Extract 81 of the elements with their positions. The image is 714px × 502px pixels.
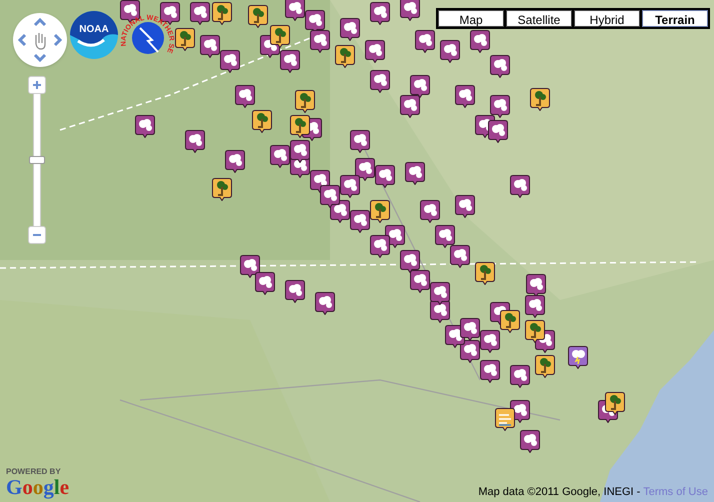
rain-cloud-marker[interactable]	[410, 270, 430, 293]
rain-cloud-marker[interactable]	[305, 10, 325, 33]
rain-cloud-marker[interactable]	[420, 200, 440, 223]
rain-cloud-marker[interactable]	[200, 35, 220, 58]
rain-cloud-marker[interactable]	[340, 175, 360, 198]
tree-marker[interactable]	[335, 45, 355, 68]
rain-cloud-marker[interactable]	[310, 30, 330, 53]
rain-cloud-marker[interactable]	[270, 145, 290, 168]
tree-marker[interactable]	[252, 110, 272, 133]
rain-cloud-marker[interactable]	[455, 85, 475, 108]
tree-marker[interactable]	[248, 5, 268, 28]
rain-cloud-marker[interactable]	[455, 195, 475, 218]
tree-marker[interactable]	[370, 200, 390, 223]
rain-cloud-marker[interactable]	[430, 282, 450, 305]
tree-marker[interactable]	[212, 2, 232, 25]
noaa-logo: NOAA	[70, 10, 118, 60]
map-type-tab[interactable]: Terrain	[642, 10, 708, 27]
rain-cloud-marker[interactable]	[410, 75, 430, 98]
tree-marker[interactable]	[212, 178, 232, 201]
rain-cloud-marker[interactable]	[520, 430, 540, 453]
rain-cloud-marker[interactable]	[400, 95, 420, 118]
tree-marker[interactable]	[270, 25, 290, 48]
plus-icon	[32, 80, 42, 90]
map-type-tab[interactable]: Hybrid	[574, 10, 640, 27]
tree-marker[interactable]	[290, 115, 310, 138]
rain-cloud-marker[interactable]	[450, 245, 470, 268]
rain-cloud-marker[interactable]	[400, 250, 420, 273]
rain-cloud-marker[interactable]	[370, 70, 390, 93]
rain-cloud-marker[interactable]	[350, 210, 370, 233]
tree-marker[interactable]	[530, 88, 550, 111]
powered-by-label: POWERED BY	[6, 467, 62, 476]
rain-cloud-marker[interactable]	[460, 318, 480, 341]
zoom-in-button[interactable]	[28, 76, 46, 94]
rain-cloud-marker[interactable]	[365, 40, 385, 63]
zoom-thumb[interactable]	[29, 156, 45, 164]
rain-cloud-marker[interactable]	[526, 274, 546, 297]
zoom-out-button[interactable]	[28, 226, 46, 244]
pan-arrows-icon	[17, 17, 63, 63]
rain-cloud-marker[interactable]	[135, 115, 155, 138]
rain-cloud-marker[interactable]	[375, 165, 395, 188]
rain-cloud-marker[interactable]	[225, 150, 245, 173]
rain-cloud-marker[interactable]	[488, 120, 508, 143]
tree-marker[interactable]	[605, 392, 625, 415]
tree-marker[interactable]	[500, 310, 520, 333]
rain-cloud-marker[interactable]	[190, 2, 210, 25]
zoom-slider[interactable]	[28, 76, 46, 246]
tree-marker[interactable]	[295, 90, 315, 113]
rain-cloud-marker[interactable]	[290, 140, 310, 163]
rain-cloud-marker[interactable]	[350, 130, 370, 153]
rain-cloud-marker[interactable]	[440, 40, 460, 63]
rain-cloud-marker[interactable]	[285, 280, 305, 303]
rain-cloud-marker[interactable]	[280, 50, 300, 73]
rain-cloud-marker[interactable]	[185, 130, 205, 153]
storm-marker[interactable]	[568, 346, 588, 369]
map-type-tab[interactable]: Satellite	[506, 10, 572, 27]
rain-cloud-marker[interactable]	[235, 85, 255, 108]
map-type-tab[interactable]: Map	[438, 10, 504, 27]
rain-cloud-marker[interactable]	[480, 330, 500, 353]
rain-cloud-marker[interactable]	[405, 162, 425, 185]
rain-cloud-marker[interactable]	[490, 55, 510, 78]
rain-cloud-marker[interactable]	[480, 360, 500, 383]
rain-cloud-marker[interactable]	[415, 30, 435, 53]
google-logo: Google	[6, 476, 70, 498]
rain-cloud-marker[interactable]	[320, 185, 340, 208]
rain-cloud-marker[interactable]	[525, 295, 545, 318]
rain-cloud-marker[interactable]	[510, 175, 530, 198]
rain-cloud-marker[interactable]	[490, 95, 510, 118]
rain-cloud-marker[interactable]	[510, 365, 530, 388]
tree-marker[interactable]	[525, 320, 545, 343]
rain-cloud-marker[interactable]	[370, 235, 390, 258]
rain-cloud-marker[interactable]	[370, 2, 390, 25]
rain-cloud-marker[interactable]	[220, 50, 240, 73]
map-attribution: Map data ©2011 Google, INEGI - Terms of Use	[478, 484, 708, 500]
rain-cloud-marker[interactable]	[315, 292, 335, 315]
tree-marker[interactable]	[175, 28, 195, 51]
rain-cloud-marker[interactable]	[340, 18, 360, 41]
rain-cloud-marker[interactable]	[470, 30, 490, 53]
rain-cloud-marker[interactable]	[255, 272, 275, 295]
rain-cloud-marker[interactable]	[435, 225, 455, 248]
tree-marker[interactable]	[535, 355, 555, 378]
tree-marker[interactable]	[475, 262, 495, 285]
